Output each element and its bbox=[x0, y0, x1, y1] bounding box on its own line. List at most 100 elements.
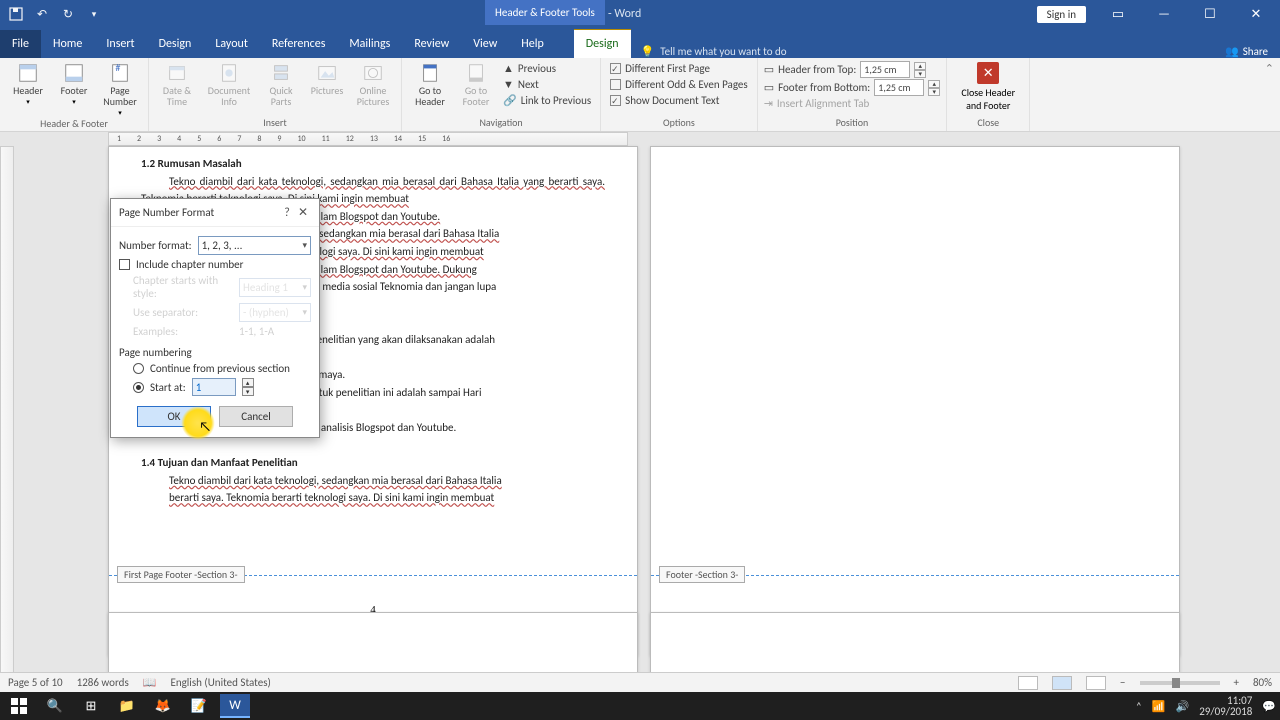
footer-button[interactable]: Footer▾ bbox=[52, 60, 96, 106]
zoom-in-button[interactable]: + bbox=[1234, 676, 1239, 689]
web-layout-icon[interactable] bbox=[1086, 676, 1106, 690]
svg-text:#: # bbox=[115, 62, 120, 74]
task-view-icon[interactable]: ⊞ bbox=[76, 694, 106, 718]
header-from-top-row: ▭Header from Top:1,25 cm▴▾ bbox=[764, 61, 941, 78]
separator-combobox: - (hyphen)▾ bbox=[239, 303, 311, 322]
cancel-button[interactable]: Cancel bbox=[219, 406, 293, 427]
footer-section-tag-right: Footer -Section 3- bbox=[659, 566, 745, 583]
tab-layout[interactable]: Layout bbox=[203, 30, 260, 58]
start-at-spinner[interactable]: ▴▾ bbox=[242, 378, 254, 396]
save-icon[interactable] bbox=[8, 6, 24, 22]
redo-icon[interactable]: ↻ bbox=[60, 6, 76, 22]
status-page[interactable]: Page 5 of 10 bbox=[8, 676, 63, 689]
checkbox-icon bbox=[119, 259, 130, 270]
page-number-button[interactable]: #Page Number▾ bbox=[98, 60, 142, 117]
collapse-ribbon-icon[interactable]: ⌃ bbox=[1265, 62, 1274, 75]
dialog-close-button[interactable]: ✕ bbox=[295, 205, 311, 220]
link-previous-button[interactable]: 🔗Link to Previous bbox=[500, 93, 594, 108]
zoom-level[interactable]: 80% bbox=[1253, 676, 1272, 689]
group-close: Close bbox=[953, 116, 1023, 131]
zoom-out-button[interactable]: − bbox=[1120, 676, 1125, 689]
tell-me-search[interactable]: 💡 Tell me what you want to do bbox=[641, 45, 787, 58]
document-info-button: Document Info bbox=[201, 60, 257, 107]
contextual-tab-title: Header & Footer Tools bbox=[485, 0, 605, 25]
volume-icon[interactable]: 🔊 bbox=[1175, 700, 1189, 713]
proofing-icon[interactable]: 📖 bbox=[143, 676, 157, 689]
quick-parts-button: Quick Parts bbox=[259, 60, 303, 107]
tab-review[interactable]: Review bbox=[402, 30, 461, 58]
header-top-icon: ▭ bbox=[764, 63, 774, 76]
next-icon: ▼ bbox=[503, 78, 514, 91]
group-navigation: Navigation bbox=[408, 116, 594, 131]
tab-hf-design[interactable]: Design bbox=[574, 29, 631, 58]
tab-design[interactable]: Design bbox=[147, 30, 204, 58]
include-chapter-checkbox[interactable]: Include chapter number bbox=[119, 258, 311, 271]
start-at-radio[interactable]: Start at: 1 ▴▾ bbox=[119, 378, 311, 396]
examples-label: Examples: bbox=[133, 325, 233, 338]
notifications-icon[interactable]: 💬 bbox=[1262, 700, 1276, 713]
ribbon-tabs: File Home Insert Design Layout Reference… bbox=[0, 28, 1280, 58]
header-button[interactable]: Header▾ bbox=[6, 60, 50, 106]
previous-button[interactable]: ▲Previous bbox=[500, 61, 594, 76]
share-button[interactable]: 👥 Share bbox=[1213, 45, 1280, 58]
share-icon: 👥 bbox=[1225, 45, 1239, 58]
examples-value: 1-1, 1-A bbox=[239, 325, 274, 338]
goto-header-button[interactable]: Go to Header bbox=[408, 60, 452, 107]
read-mode-icon[interactable] bbox=[1018, 676, 1038, 690]
network-icon[interactable]: 📶 bbox=[1152, 700, 1166, 713]
pictures-button: Pictures bbox=[305, 60, 349, 96]
minimize-button[interactable]: — bbox=[1150, 0, 1178, 28]
footer-bottom-icon: ▭ bbox=[764, 81, 774, 94]
word-icon[interactable]: W bbox=[220, 694, 250, 718]
next-button[interactable]: ▼Next bbox=[500, 77, 594, 92]
number-format-label: Number format: bbox=[119, 239, 192, 252]
different-first-page-checkbox[interactable]: Different First Page bbox=[607, 61, 751, 76]
zoom-slider[interactable] bbox=[1140, 681, 1220, 685]
tab-file[interactable]: File bbox=[0, 30, 41, 58]
page-right[interactable]: Footer -Section 3- bbox=[650, 146, 1180, 656]
show-document-text-checkbox[interactable]: Show Document Text bbox=[607, 93, 751, 108]
previous-icon: ▲ bbox=[503, 62, 514, 75]
different-odd-even-checkbox[interactable]: Different Odd & Even Pages bbox=[607, 77, 751, 92]
undo-icon[interactable]: ↶ bbox=[34, 6, 50, 22]
group-position: Position bbox=[764, 116, 941, 131]
close-window-button[interactable]: ✕ bbox=[1242, 0, 1270, 28]
clock[interactable]: 11:0729/09/2018 bbox=[1199, 695, 1252, 717]
sign-in-button[interactable]: Sign in bbox=[1037, 6, 1086, 23]
system-tray[interactable]: ˄ 📶 🔊 11:0729/09/2018 💬 bbox=[1136, 695, 1276, 717]
tab-help[interactable]: Help bbox=[509, 30, 556, 58]
group-insert: Insert bbox=[155, 116, 395, 131]
dialog-help-button[interactable]: ? bbox=[279, 206, 295, 220]
header-top-input[interactable]: 1,25 cm bbox=[860, 61, 910, 78]
file-explorer-icon[interactable]: 📁 bbox=[112, 694, 142, 718]
lightbulb-icon: 💡 bbox=[641, 45, 655, 58]
tab-references[interactable]: References bbox=[260, 30, 338, 58]
tab-home[interactable]: Home bbox=[41, 30, 94, 58]
footer-bottom-input[interactable]: 1,25 cm bbox=[874, 79, 924, 96]
continue-radio[interactable]: Continue from previous section bbox=[119, 362, 311, 375]
tray-chevron-icon[interactable]: ˄ bbox=[1136, 700, 1142, 713]
status-bar: Page 5 of 10 1286 words 📖 English (Unite… bbox=[0, 672, 1280, 692]
tab-mailings[interactable]: Mailings bbox=[337, 30, 402, 58]
chapter-style-combobox: Heading 1▾ bbox=[239, 278, 311, 297]
start-button[interactable] bbox=[4, 694, 34, 718]
qat-customize-icon[interactable]: ▾ bbox=[86, 6, 102, 22]
tab-insert[interactable]: Insert bbox=[94, 30, 146, 58]
start-at-input[interactable]: 1 bbox=[192, 378, 236, 396]
close-header-footer-button[interactable]: ✕ Close Header and Footer bbox=[953, 60, 1023, 112]
maximize-button[interactable]: ☐ bbox=[1196, 0, 1224, 28]
cursor-icon: ↖ bbox=[199, 418, 211, 435]
header-top-spinner[interactable]: ▴▾ bbox=[914, 62, 926, 78]
notepad-icon[interactable]: 📝 bbox=[184, 694, 214, 718]
horizontal-ruler: 1 2 3 4 5 6 7 8 9 10 11 12 13 14 15 16 bbox=[108, 132, 628, 146]
search-icon[interactable]: 🔍 bbox=[40, 694, 70, 718]
status-words[interactable]: 1286 words bbox=[77, 676, 129, 689]
status-language[interactable]: English (United States) bbox=[170, 676, 270, 689]
footer-bottom-spinner[interactable]: ▴▾ bbox=[928, 80, 940, 96]
firefox-icon[interactable]: 🦊 bbox=[148, 694, 178, 718]
ribbon-display-icon[interactable]: ▭ bbox=[1104, 0, 1132, 28]
print-layout-icon[interactable] bbox=[1052, 676, 1072, 690]
tab-view[interactable]: View bbox=[461, 30, 509, 58]
footer-from-bottom-row: ▭Footer from Bottom:1,25 cm▴▾ bbox=[764, 79, 941, 96]
number-format-combobox[interactable]: 1, 2, 3, ...▾ bbox=[198, 236, 311, 255]
